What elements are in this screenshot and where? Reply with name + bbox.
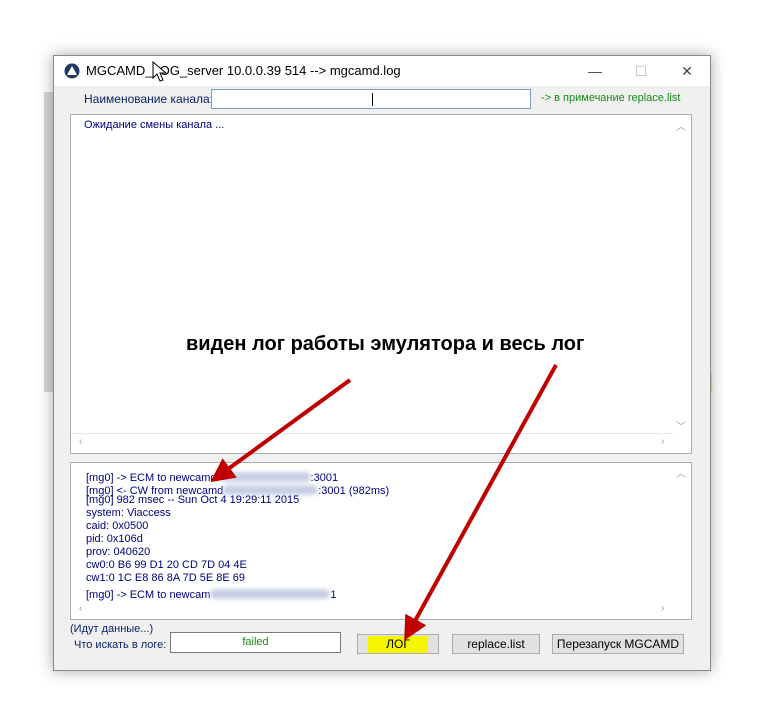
scroll-left-icon[interactable]: ‹: [79, 603, 82, 614]
scroll-left-icon[interactable]: ‹: [79, 436, 82, 447]
channel-name-input[interactable]: [211, 89, 531, 109]
app-icon: [64, 63, 80, 79]
log-line: caid: 0x0500: [86, 520, 149, 532]
search-value: failed: [242, 636, 269, 648]
log-button-label: ЛОГ: [386, 637, 410, 651]
annotation-text: виден лог работы эмулятора и весь лог: [186, 333, 585, 355]
restart-mgcamd-button[interactable]: Перезапуск MGCAMD: [552, 634, 684, 654]
log-line: cw1:0 1C E8 86 8A 7D 5E 8E 69: [86, 572, 245, 584]
text-cursor: [372, 93, 373, 106]
app-window: MGCAMD_LOG_server 10.0.0.39 514 --> mgca…: [53, 55, 711, 671]
replace-list-button[interactable]: replace.list: [452, 634, 540, 654]
log-button[interactable]: ЛОГ: [357, 634, 439, 654]
maximize-button[interactable]: ☐: [618, 56, 664, 86]
scroll-right-icon[interactable]: ›: [661, 603, 664, 614]
channel-label: Наименование канала:: [84, 92, 214, 106]
log-line: prov: 040620: [86, 546, 151, 558]
log-line: pid: 0x106d: [86, 533, 143, 545]
log-line: system: Viaccess: [86, 507, 171, 519]
close-button[interactable]: ✕: [664, 56, 710, 86]
top-panel-line: Ожидание смены канала ...: [84, 119, 225, 131]
log-line: [mg0] 982 msec -- Sun Oct 4 19:29:11 201…: [86, 494, 300, 506]
data-incoming-status: (Идут данные...): [70, 623, 154, 635]
window-title: MGCAMD_LOG_server 10.0.0.39 514 --> mgca…: [86, 63, 401, 78]
mouse-cursor-icon: [152, 61, 168, 82]
search-input[interactable]: failed: [170, 632, 341, 653]
search-label: Что искать в логе:: [74, 639, 167, 651]
scroll-right-icon[interactable]: ›: [661, 436, 664, 447]
replace-list-note-link[interactable]: -> в примечание replace.list: [541, 92, 680, 104]
blurred-host: [210, 589, 331, 599]
log-line: [mg0] -> ECM to newcam 1: [86, 589, 337, 601]
log-line: cw0:0 B6 99 D1 20 CD 7D 04 4E: [86, 559, 247, 571]
scroll-down-icon[interactable]: ﹀: [676, 418, 686, 433]
scroll-up-icon[interactable]: ︿: [676, 465, 686, 480]
log-panel[interactable]: [mg0] -> ECM to newcamd:3001 [mg0] <- CW…: [70, 462, 692, 620]
scroll-up-icon[interactable]: ︿: [676, 118, 686, 133]
minimize-button[interactable]: —: [572, 56, 618, 86]
horizontal-scrollbar-track[interactable]: [71, 433, 673, 434]
channel-wait-panel[interactable]: Ожидание смены канала ... ︿ ﹀ ‹ ›: [70, 114, 692, 454]
